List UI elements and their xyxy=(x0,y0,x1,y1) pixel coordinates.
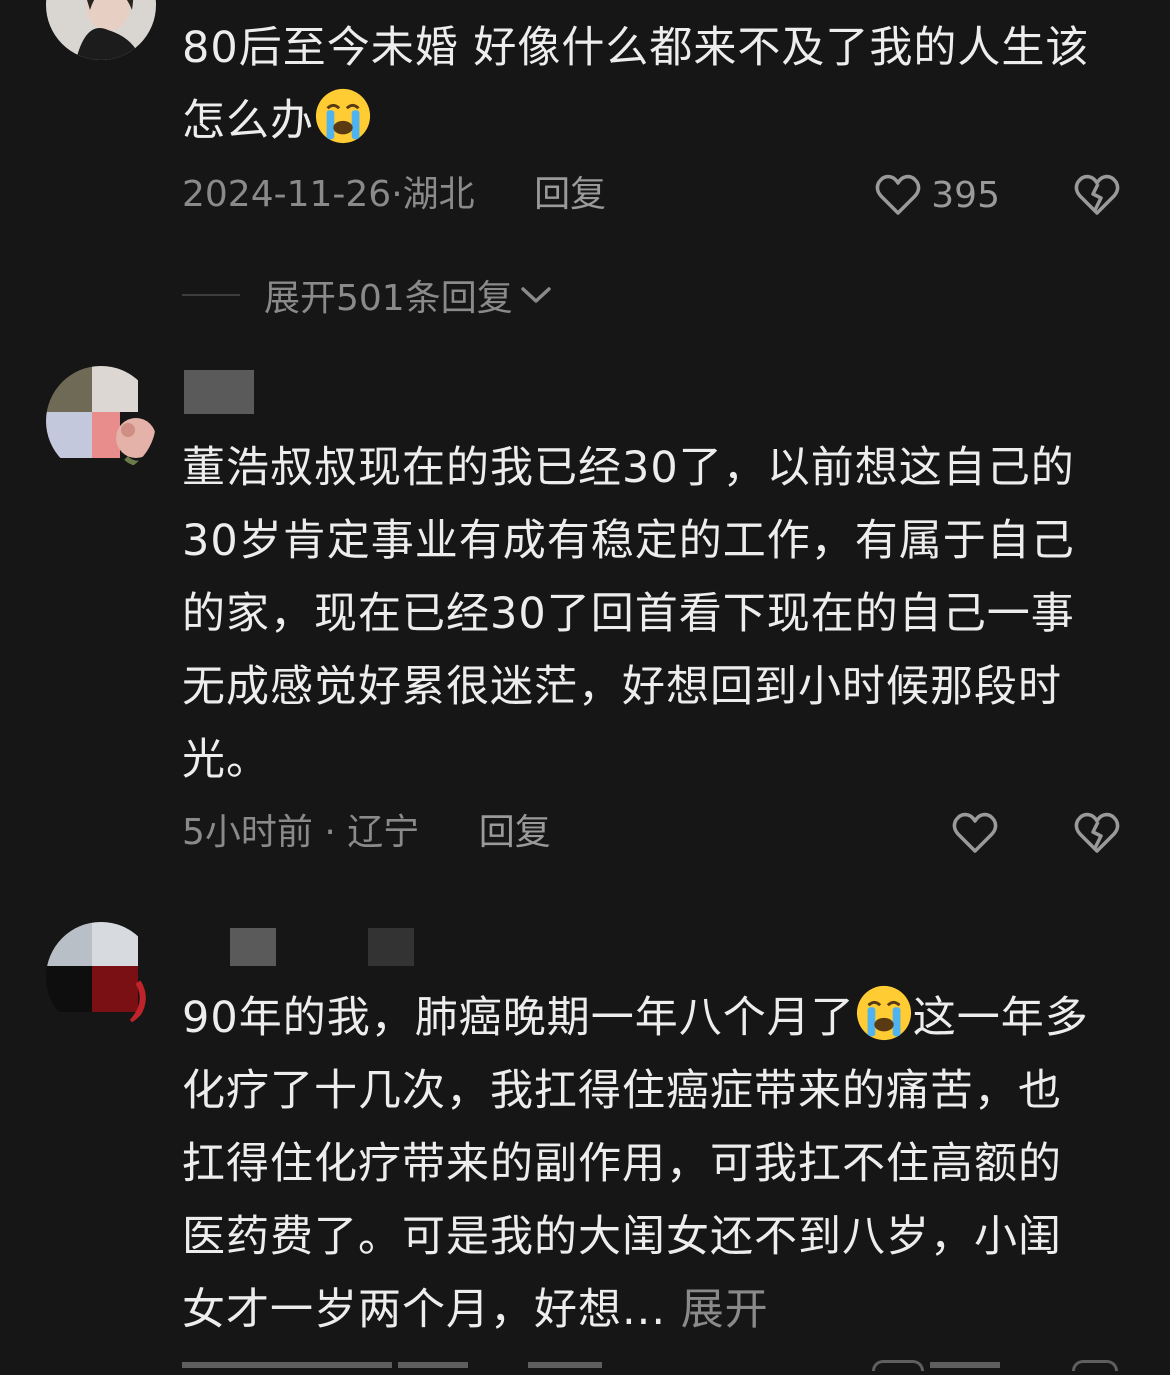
reply-fragment xyxy=(528,1362,602,1368)
comment-line: 扛得住化疗带来的副作用，可我扛不住高额的 xyxy=(182,1139,1062,1189)
expand-text-button[interactable]: 展开 xyxy=(681,1285,769,1335)
avatar[interactable] xyxy=(46,922,156,1032)
avatar-image xyxy=(46,366,156,476)
comment-line: 无成感觉好累很迷茫，好想回到小时候那段时 xyxy=(182,662,1062,712)
avatar-image xyxy=(46,922,156,1032)
heart-icon xyxy=(952,812,998,853)
comment-meta: 5小时前 · 辽宁 回复 xyxy=(182,808,551,858)
comment-line: 90年的我，肺癌晚期一年八个月了 xyxy=(182,993,855,1043)
crying-face-icon xyxy=(856,985,911,1041)
broken-heart-icon xyxy=(1074,174,1120,215)
comment-line: 怎么办 xyxy=(182,96,314,146)
avatar[interactable] xyxy=(46,0,156,60)
comment-date: 5小时前 xyxy=(182,812,313,853)
username-censored xyxy=(184,370,254,414)
heart-icon-fragment xyxy=(872,1360,924,1371)
dislike-partial xyxy=(1072,1358,1118,1375)
comment-text: 80后至今未婚 好像什么都来不及了我的人生该 怎么办 xyxy=(182,12,1132,158)
comment-line: 的家，现在已经30了回首看下现在的自己一事 xyxy=(182,589,1075,639)
chevron-down-icon xyxy=(520,287,551,303)
username-censored xyxy=(230,928,276,966)
expand-replies-label: 展开501条回复 xyxy=(264,278,513,319)
broken-heart-icon-fragment xyxy=(1072,1360,1118,1371)
meta-separator: · xyxy=(312,812,348,853)
heart-icon xyxy=(875,174,921,215)
reply-button[interactable]: 回复 xyxy=(479,808,551,858)
comment-text: 90年的我，肺癌晚期一年八个月了 这一年多 化疗了十几次，我扛得住癌症带来的痛苦… xyxy=(182,982,1132,1347)
comment-line: 光。 xyxy=(182,735,270,785)
date-fragment xyxy=(182,1362,392,1368)
comment-line-last: 女才一岁两个月，好想... 展开 xyxy=(182,1274,1132,1347)
comment-line: 医药费了。可是我的大闺女还不到八岁，小闺 xyxy=(182,1212,1062,1262)
comment-date: 2024-11-26 xyxy=(182,174,392,215)
broken-heart-icon xyxy=(1074,812,1120,853)
comment-line: 80后至今未婚 好像什么都来不及了我的人生该 xyxy=(182,23,1090,73)
comment-line: 这一年多 xyxy=(912,993,1089,1043)
dislike-button[interactable] xyxy=(1074,808,1120,858)
comment-line: 董浩叔叔现在的我已经30了，以前想这自己的 xyxy=(182,443,1075,493)
like-count: 395 xyxy=(931,174,1000,216)
comment-line-with-emoji: 怎么办 xyxy=(182,85,1132,158)
like-button[interactable] xyxy=(952,808,998,858)
comment-line: 女才一岁两个月，好想... xyxy=(182,1285,667,1335)
comment-text: 董浩叔叔现在的我已经30了，以前想这自己的 30岁肯定事业有成有稳定的工作，有属… xyxy=(182,432,1132,797)
location-fragment xyxy=(398,1362,468,1368)
meta-separator: · xyxy=(391,174,403,215)
comment-meta-partial xyxy=(182,1358,1002,1375)
dislike-button[interactable] xyxy=(1074,170,1120,220)
comment-line: 化疗了十几次，我扛得住癌症带来的痛苦，也 xyxy=(182,1066,1062,1116)
expand-replies-button[interactable]: 展开501条回复 xyxy=(182,270,553,320)
username-censored xyxy=(368,928,414,966)
like-button[interactable]: 395 xyxy=(875,170,1000,220)
comment-line: 30岁肯定事业有成有稳定的工作，有属于自己 xyxy=(182,516,1075,566)
comment-meta: 2024-11-26·湖北 回复 xyxy=(182,170,606,220)
comment-line-with-emoji: 90年的我，肺癌晚期一年八个月了 这一年多 xyxy=(182,982,1132,1055)
comment-location: 湖北 xyxy=(402,174,475,215)
crying-face-icon xyxy=(315,88,371,144)
avatar[interactable] xyxy=(46,366,156,476)
reply-button[interactable]: 回复 xyxy=(534,170,606,220)
avatar-image xyxy=(46,0,156,60)
like-count-fragment xyxy=(930,1362,1000,1368)
divider xyxy=(182,294,240,296)
comment-location: 辽宁 xyxy=(347,812,420,853)
